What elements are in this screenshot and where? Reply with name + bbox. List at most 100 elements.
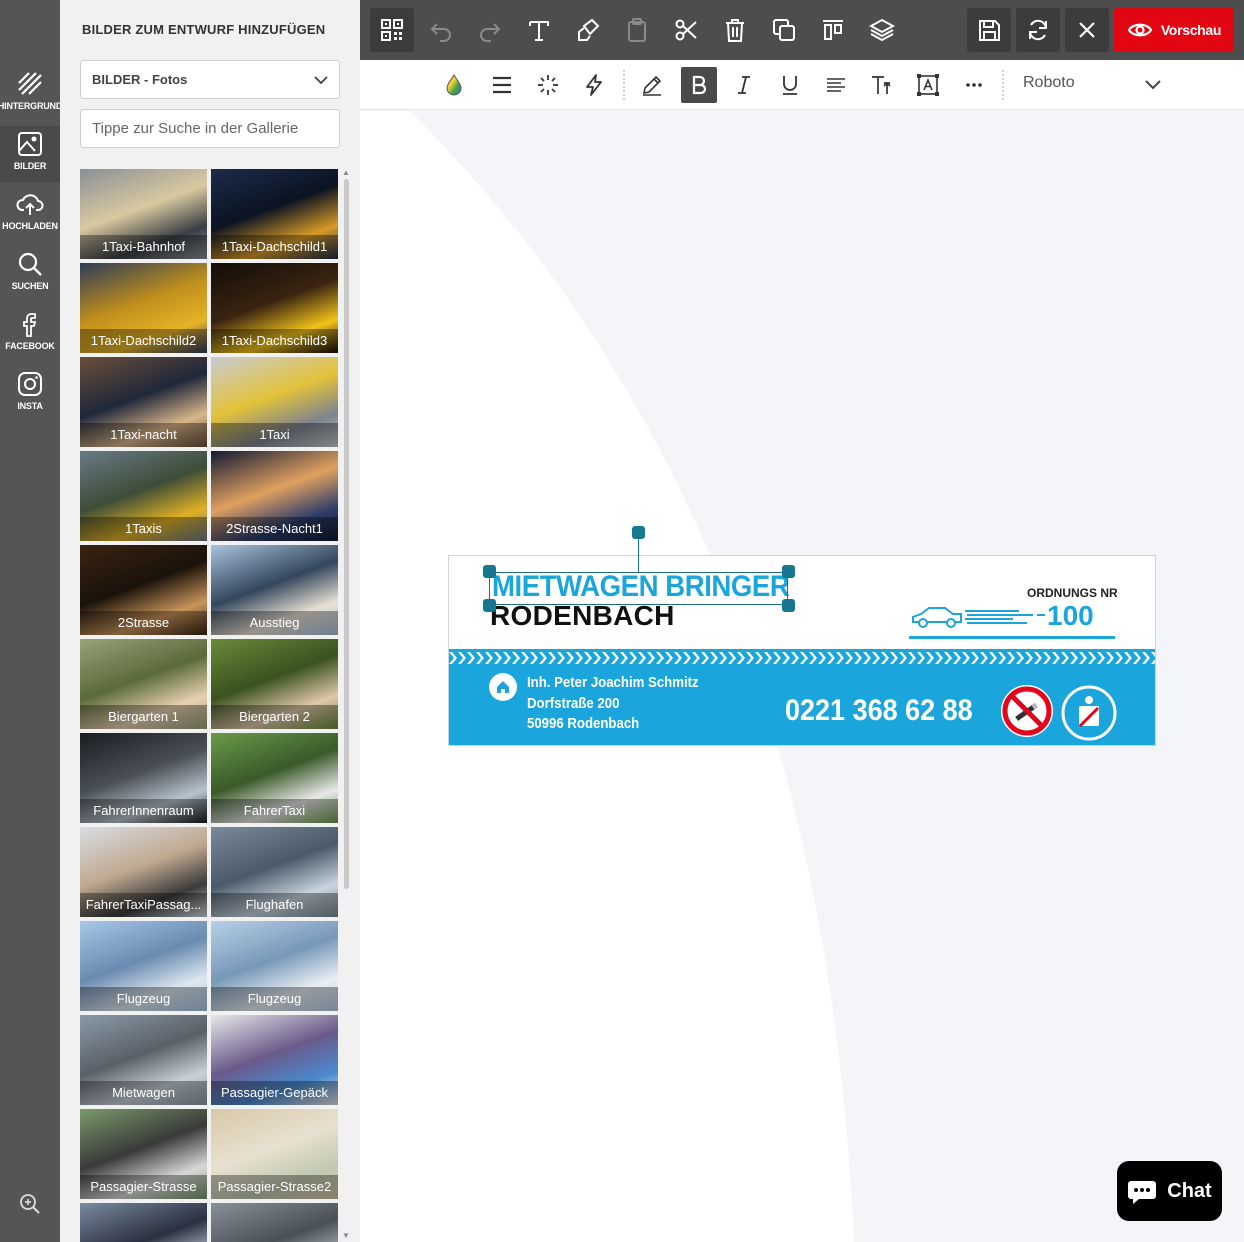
gallery-tile-label: FahrerTaxiPassag... — [80, 893, 207, 917]
resize-handle-bottom-left[interactable] — [483, 599, 496, 612]
gallery-tile[interactable] — [80, 1203, 207, 1242]
undo-button[interactable] — [419, 8, 463, 52]
order-number[interactable]: 100 — [1047, 600, 1094, 632]
gallery-tile[interactable]: Mietwagen — [80, 1015, 207, 1105]
category-select[interactable]: BILDER - Fotos — [80, 60, 340, 99]
resize-handle-top-right[interactable] — [782, 565, 795, 578]
delete-button[interactable] — [713, 8, 757, 52]
undo-icon — [430, 23, 451, 42]
gallery-tile[interactable]: Biergarten 1 — [80, 639, 207, 729]
gallery-tile[interactable]: FahrerInnenraum — [80, 733, 207, 823]
scroll-thumb[interactable] — [344, 179, 349, 889]
gallery-tile[interactable]: Passagier-Gepäck — [211, 1015, 338, 1105]
qr-code-button[interactable] — [370, 8, 414, 52]
cut-icon — [675, 19, 697, 41]
underline-button[interactable] — [772, 67, 808, 103]
flash-button[interactable] — [576, 67, 612, 103]
rail-item-images[interactable]: BILDER — [0, 126, 60, 182]
top-toolbar: Vorschau — [360, 0, 1244, 60]
zoom-in-icon[interactable] — [18, 1192, 42, 1216]
gallery-tile[interactable]: 1Taxi-Dachschild1 — [211, 169, 338, 259]
gallery-tile[interactable]: Passagier-Strasse2 — [211, 1109, 338, 1199]
layers-button[interactable] — [860, 8, 904, 52]
gallery-tile[interactable]: 1Taxis — [80, 451, 207, 541]
gallery-search-input[interactable] — [80, 109, 340, 148]
gallery-tile[interactable]: 2Strasse-Nacht1 — [211, 451, 338, 541]
font-size-button[interactable] — [864, 67, 900, 103]
gallery-tile[interactable]: Passagier-Strasse — [80, 1109, 207, 1199]
rail-item-facebook[interactable]: FACEBOOK — [0, 306, 60, 362]
image-panel: BILDER ZUM ENTWURF HINZUFÜGEN BILDER - F… — [60, 0, 360, 1242]
add-text-button[interactable] — [517, 8, 561, 52]
gallery-tile-label: Flughafen — [211, 893, 338, 917]
rail-item-instagram[interactable]: INSTA — [0, 366, 60, 422]
resize-handle-bottom-right[interactable] — [782, 599, 795, 612]
save-button[interactable] — [967, 8, 1011, 52]
gallery-scrollbar[interactable]: ▲ ▼ — [342, 169, 350, 1242]
gallery-tile[interactable]: Biergarten 2 — [211, 639, 338, 729]
close-button[interactable] — [1065, 8, 1109, 52]
paste-button[interactable] — [615, 8, 659, 52]
copy-style-icon — [578, 18, 600, 41]
gallery-tile-label: Mietwagen — [80, 1081, 207, 1105]
text-selection-box[interactable] — [489, 572, 788, 605]
order-number-label[interactable]: ORDNUNGS NR — [1027, 586, 1118, 600]
rail-item-label: FACEBOOK — [5, 341, 55, 351]
city-address[interactable]: 50996 Rodenbach — [527, 715, 639, 732]
gallery-tile[interactable]: 1Taxi-Dachschild3 — [211, 263, 338, 353]
gallery-tile[interactable]: FahrerTaxiPassag... — [80, 827, 207, 917]
gallery-tile[interactable]: Flugzeug — [211, 921, 338, 1011]
preview-button[interactable]: Vorschau — [1114, 8, 1234, 52]
gallery-tile[interactable]: Ausstieg — [211, 545, 338, 635]
scroll-down-icon[interactable]: ▼ — [342, 1232, 350, 1240]
gallery-tile[interactable]: FahrerTaxi — [211, 733, 338, 823]
flash-icon — [586, 74, 602, 96]
refresh-button[interactable] — [1016, 8, 1060, 52]
phone-number[interactable]: 0221 368 62 88 — [785, 694, 973, 728]
align-top-button[interactable] — [811, 8, 855, 52]
align-left-button[interactable] — [818, 67, 854, 103]
gallery-tile[interactable]: Flugzeug — [80, 921, 207, 1011]
copy-style-button[interactable] — [566, 8, 610, 52]
rail-item-background[interactable]: HINTERGRUND — [0, 66, 60, 122]
bold-button[interactable] — [681, 67, 717, 103]
color-drop-icon — [446, 74, 462, 96]
rail-item-label: INSTA — [17, 401, 43, 411]
scroll-up-icon[interactable]: ▲ — [342, 169, 350, 177]
redo-button[interactable] — [468, 8, 512, 52]
resize-handle-top-left[interactable] — [483, 565, 496, 578]
chevron-down-icon[interactable] — [1142, 75, 1164, 95]
speeding-car-icon — [912, 607, 1045, 628]
duplicate-button[interactable] — [762, 8, 806, 52]
street-address[interactable]: Dorfstraße 200 — [527, 695, 619, 712]
more-button[interactable] — [956, 67, 992, 103]
chat-button[interactable]: Chat — [1117, 1161, 1222, 1221]
gallery-tile-label: 2Strasse-Nacht1 — [211, 517, 338, 541]
gallery-tile[interactable]: 2Strasse — [80, 545, 207, 635]
rail-item-search[interactable]: SUCHEN — [0, 246, 60, 302]
gallery-tile[interactable]: 1Taxi-Dachschild2 — [80, 263, 207, 353]
gallery-tile-label: 1Taxi — [211, 423, 338, 447]
gallery-tile[interactable]: 1Taxi-Bahnhof — [80, 169, 207, 259]
owner-name[interactable]: Inh. Peter Joachim Schmitz — [527, 674, 699, 691]
effects-button[interactable] — [530, 67, 566, 103]
gallery-tile[interactable]: 1Taxi — [211, 357, 338, 447]
color-button[interactable] — [436, 67, 472, 103]
effects-icon — [538, 75, 558, 95]
gallery-tile[interactable] — [211, 1203, 338, 1242]
qr-code-icon — [381, 19, 403, 41]
gallery-tile[interactable]: Flughafen — [211, 827, 338, 917]
rail-item-label: SUCHEN — [11, 281, 49, 291]
pen-button[interactable] — [634, 67, 670, 103]
italic-button[interactable] — [726, 67, 762, 103]
text-box-button[interactable] — [910, 67, 946, 103]
cut-button[interactable] — [664, 8, 708, 52]
rail-item-upload[interactable]: HOCHLADEN — [0, 186, 60, 242]
rotate-handle[interactable] — [632, 526, 645, 539]
gallery-tile[interactable]: 1Taxi-nacht — [80, 357, 207, 447]
gallery: 1Taxi-Bahnhof 1Taxi-Dachschild1 1Taxi-Dach… — [80, 169, 340, 1242]
line-height-icon — [493, 76, 511, 94]
line-height-button[interactable] — [484, 67, 520, 103]
house-glyph-icon — [497, 681, 509, 693]
left-rail: HINTERGRUND BILDER HOCHLADEN SUCHEN FACE… — [0, 0, 60, 1242]
